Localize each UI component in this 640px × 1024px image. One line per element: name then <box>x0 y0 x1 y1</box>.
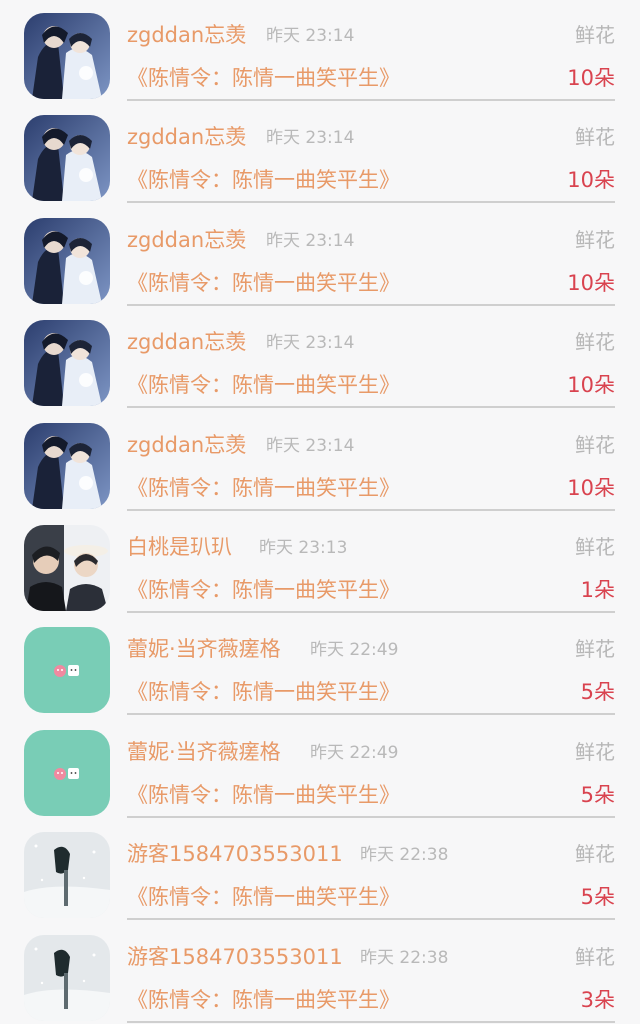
timestamp: 昨天 22:49 <box>310 640 399 660</box>
gift-count: 3朵 <box>580 988 615 1012</box>
mint-cute-avatar[interactable] <box>24 730 110 816</box>
divider <box>127 406 615 408</box>
divider <box>127 713 615 715</box>
list-item[interactable]: 游客1584703553011 昨天 22:38 鲜花 《陈情令：陈情一曲笑平生… <box>0 819 640 921</box>
work-title[interactable]: 《陈情令：陈情一曲笑平生》 <box>127 64 400 92</box>
list-item[interactable]: zgddan忘羡 昨天 23:14 鲜花 《陈情令：陈情一曲笑平生》 10朵 <box>0 205 640 307</box>
work-title[interactable]: 《陈情令：陈情一曲笑平生》 <box>127 781 400 809</box>
gift-count: 10朵 <box>567 168 615 192</box>
gift-count: 10朵 <box>567 66 615 90</box>
gift-type: 鲜花 <box>575 945 615 969</box>
couple-artwork-avatar[interactable] <box>24 320 110 406</box>
user-name[interactable]: 游客1584703553011 <box>127 944 343 970</box>
list-item[interactable]: zgddan忘羡 昨天 23:14 鲜花 《陈情令：陈情一曲笑平生》 10朵 <box>0 307 640 409</box>
divider <box>127 509 615 511</box>
snow-scene-avatar[interactable] <box>24 832 110 918</box>
user-name[interactable]: zgddan忘羡 <box>127 432 246 458</box>
couple-artwork-avatar[interactable] <box>24 13 110 99</box>
gift-type: 鲜花 <box>575 535 615 559</box>
list-item[interactable]: zgddan忘羡 昨天 23:14 鲜花 《陈情令：陈情一曲笑平生》 10朵 <box>0 102 640 204</box>
user-name[interactable]: zgddan忘羡 <box>127 227 246 253</box>
list-item[interactable]: 白桃是玐玐 昨天 23:13 鲜花 《陈情令：陈情一曲笑平生》 1朵 <box>0 512 640 614</box>
couple-artwork-avatar[interactable] <box>24 115 110 201</box>
user-name[interactable]: zgddan忘羡 <box>127 329 246 355</box>
work-title[interactable]: 《陈情令：陈情一曲笑平生》 <box>127 474 400 502</box>
gift-count: 10朵 <box>567 271 615 295</box>
work-title[interactable]: 《陈情令：陈情一曲笑平生》 <box>127 986 400 1014</box>
user-name[interactable]: 蕾妮·当齐薇瘥格 <box>127 739 281 765</box>
timestamp: 昨天 23:14 <box>266 128 355 148</box>
work-title[interactable]: 《陈情令：陈情一曲笑平生》 <box>127 576 400 604</box>
user-name[interactable]: 白桃是玐玐 <box>127 534 232 560</box>
divider <box>127 99 615 101</box>
timestamp: 昨天 22:38 <box>360 845 449 865</box>
divider <box>127 918 615 920</box>
gift-count: 5朵 <box>580 783 615 807</box>
gift-type: 鲜花 <box>575 637 615 661</box>
timestamp: 昨天 22:49 <box>310 743 399 763</box>
divider <box>127 816 615 818</box>
user-name[interactable]: 游客1584703553011 <box>127 841 343 867</box>
user-name[interactable]: 蕾妮·当齐薇瘥格 <box>127 636 281 662</box>
list-item[interactable]: 蕾妮·当齐薇瘥格 昨天 22:49 鲜花 《陈情令：陈情一曲笑平生》 5朵 <box>0 614 640 716</box>
list-item[interactable]: zgddan忘羡 昨天 23:14 鲜花 《陈情令：陈情一曲笑平生》 10朵 <box>0 0 640 102</box>
timestamp: 昨天 22:38 <box>360 948 449 968</box>
gift-count: 1朵 <box>580 578 615 602</box>
gift-type: 鲜花 <box>575 740 615 764</box>
user-name[interactable]: zgddan忘羡 <box>127 22 246 48</box>
list-item[interactable]: 蕾妮·当齐薇瘥格 昨天 22:49 鲜花 《陈情令：陈情一曲笑平生》 5朵 <box>0 717 640 819</box>
gift-type: 鲜花 <box>575 23 615 47</box>
gift-type: 鲜花 <box>575 330 615 354</box>
divider <box>127 1021 615 1023</box>
timestamp: 昨天 23:14 <box>266 231 355 251</box>
work-title[interactable]: 《陈情令：陈情一曲笑平生》 <box>127 371 400 399</box>
divider <box>127 611 615 613</box>
snow-scene-avatar[interactable] <box>24 935 110 1021</box>
gift-count: 10朵 <box>567 373 615 397</box>
work-title[interactable]: 《陈情令：陈情一曲笑平生》 <box>127 166 400 194</box>
gift-type: 鲜花 <box>575 125 615 149</box>
work-title[interactable]: 《陈情令：陈情一曲笑平生》 <box>127 883 400 911</box>
gift-count: 10朵 <box>567 476 615 500</box>
timestamp: 昨天 23:14 <box>266 333 355 353</box>
work-title[interactable]: 《陈情令：陈情一曲笑平生》 <box>127 269 400 297</box>
gift-count: 5朵 <box>580 680 615 704</box>
couple-artwork-avatar[interactable] <box>24 218 110 304</box>
user-name[interactable]: zgddan忘羡 <box>127 124 246 150</box>
gift-type: 鲜花 <box>575 433 615 457</box>
mint-cute-avatar[interactable] <box>24 627 110 713</box>
gift-type: 鲜花 <box>575 228 615 252</box>
couple-artwork-avatar[interactable] <box>24 423 110 509</box>
gift-count: 5朵 <box>580 885 615 909</box>
timestamp: 昨天 23:13 <box>259 538 348 558</box>
divider <box>127 201 615 203</box>
divider <box>127 304 615 306</box>
work-title[interactable]: 《陈情令：陈情一曲笑平生》 <box>127 678 400 706</box>
list-item[interactable]: zgddan忘羡 昨天 23:14 鲜花 《陈情令：陈情一曲笑平生》 10朵 <box>0 410 640 512</box>
timestamp: 昨天 23:14 <box>266 26 355 46</box>
timestamp: 昨天 23:14 <box>266 436 355 456</box>
gift-type: 鲜花 <box>575 842 615 866</box>
list-item[interactable]: 游客1584703553011 昨天 22:38 鲜花 《陈情令：陈情一曲笑平生… <box>0 922 640 1024</box>
two-person-photo-avatar[interactable] <box>24 525 110 611</box>
